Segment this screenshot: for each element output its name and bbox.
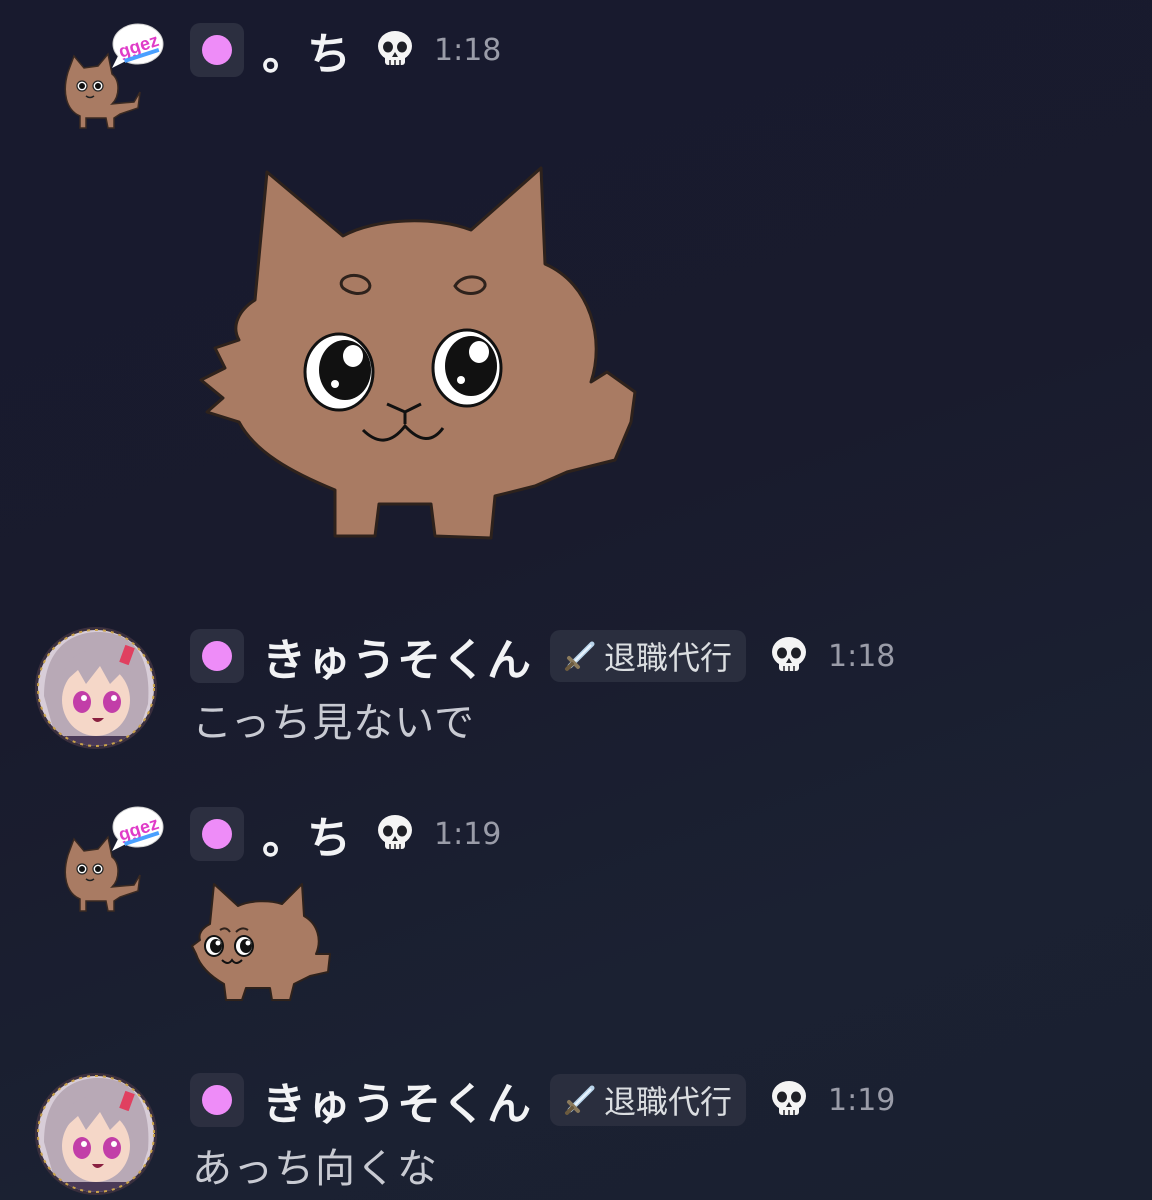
skull-icon bbox=[766, 633, 812, 679]
timestamp[interactable]: 1:18 bbox=[434, 33, 501, 68]
role-dot-icon bbox=[202, 1085, 232, 1115]
message-text: あっち向くな bbox=[192, 1146, 438, 1192]
role-dot-icon bbox=[202, 641, 232, 671]
dog-emoji-small[interactable] bbox=[190, 880, 335, 1009]
tag-label: 退職代行 bbox=[604, 1083, 733, 1121]
sword-icon bbox=[564, 1080, 598, 1120]
role-dot-icon bbox=[202, 819, 232, 849]
anime-girl-avatar[interactable] bbox=[34, 1072, 158, 1200]
username[interactable]: きゅうそくん bbox=[262, 1068, 532, 1132]
dog-avatar[interactable]: ggez bbox=[58, 22, 168, 136]
timestamp[interactable]: 1:19 bbox=[828, 1083, 895, 1118]
role-icon[interactable] bbox=[190, 23, 244, 77]
anime-girl-avatar[interactable] bbox=[34, 626, 158, 754]
timestamp[interactable]: 1:18 bbox=[828, 639, 895, 674]
tag-label: 退職代行 bbox=[604, 639, 733, 677]
username[interactable]: 。ち bbox=[262, 18, 352, 82]
message-header: きゅうそくん 退職代行 1:19 bbox=[190, 1070, 895, 1130]
message-header: 。ち 1:19 bbox=[190, 804, 501, 864]
message-text: こっち見ないで bbox=[192, 700, 475, 746]
role-icon[interactable] bbox=[190, 807, 244, 861]
role-icon[interactable] bbox=[190, 1073, 244, 1127]
dog-avatar[interactable]: ggez bbox=[58, 805, 168, 919]
role-icon[interactable] bbox=[190, 629, 244, 683]
skull-icon bbox=[372, 811, 418, 857]
role-dot-icon bbox=[202, 35, 232, 65]
username[interactable]: きゅうそくん bbox=[262, 624, 532, 688]
skull-icon bbox=[766, 1077, 812, 1123]
skull-icon bbox=[372, 27, 418, 73]
timestamp[interactable]: 1:19 bbox=[434, 817, 501, 852]
dog-sticker-large[interactable] bbox=[195, 160, 655, 554]
sword-icon bbox=[564, 636, 598, 676]
user-tag[interactable]: 退職代行 bbox=[550, 630, 747, 682]
message-header: 。ち 1:18 bbox=[190, 20, 501, 80]
username[interactable]: 。ち bbox=[262, 802, 352, 866]
user-tag[interactable]: 退職代行 bbox=[550, 1074, 747, 1126]
message-header: きゅうそくん 退職代行 1:18 bbox=[190, 626, 895, 686]
